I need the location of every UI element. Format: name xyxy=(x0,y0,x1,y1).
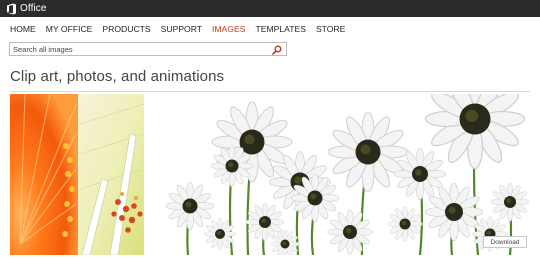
main-nav: HOME MY OFFICE PRODUCTS SUPPORT IMAGES T… xyxy=(10,23,355,35)
nav-my-office[interactable]: MY OFFICE xyxy=(46,23,93,35)
search-button[interactable] xyxy=(271,44,283,56)
nav-templates[interactable]: TEMPLATES xyxy=(255,23,305,35)
image-gallery xyxy=(10,94,530,255)
top-bar: Office xyxy=(0,0,540,17)
search-box xyxy=(9,42,287,56)
page-title: Clip art, photos, and animations xyxy=(10,68,225,85)
office-logo-icon xyxy=(7,3,16,14)
gallery-image-daisies[interactable] xyxy=(144,94,530,255)
gallery-image-orange-flower[interactable] xyxy=(10,94,78,255)
search-input[interactable] xyxy=(10,43,271,55)
search-icon xyxy=(272,45,282,55)
office-logo[interactable]: Office xyxy=(6,3,47,15)
download-button[interactable]: Download xyxy=(483,236,527,248)
brand-name: Office xyxy=(20,3,47,14)
nav-store[interactable]: STORE xyxy=(316,23,345,35)
nav-home[interactable]: HOME xyxy=(10,23,36,35)
nav-products[interactable]: PRODUCTS xyxy=(102,23,150,35)
nav-support[interactable]: SUPPORT xyxy=(161,23,202,35)
nav-images[interactable]: IMAGES xyxy=(212,23,245,35)
gallery-image-sketch-flower[interactable] xyxy=(78,94,145,255)
title-divider xyxy=(10,91,530,92)
